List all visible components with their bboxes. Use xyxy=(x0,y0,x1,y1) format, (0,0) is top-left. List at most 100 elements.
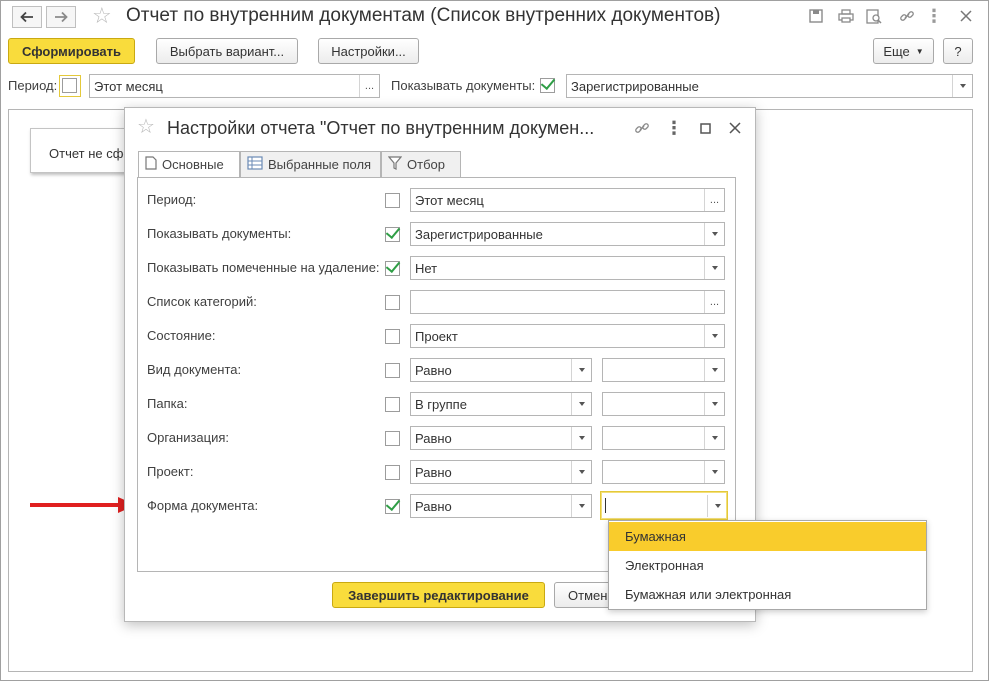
dropdown-option-paper-or-electronic[interactable]: Бумажная или электронная xyxy=(609,580,926,609)
field-value xyxy=(605,498,707,513)
tab-selected-fields[interactable]: Выбранные поля xyxy=(240,151,381,178)
row-label: Форма документа: xyxy=(147,498,259,513)
chevron-down-icon[interactable] xyxy=(704,325,724,347)
folder-use-checkbox[interactable] xyxy=(385,397,400,412)
folder-value-field[interactable] xyxy=(602,392,725,416)
show-docs-value: Зарегистрированные xyxy=(571,78,699,94)
forward-button[interactable] xyxy=(46,6,76,28)
tab-main[interactable]: Основные xyxy=(138,151,240,178)
dropdown-option-electronic[interactable]: Электронная xyxy=(609,551,926,580)
chevron-down-icon[interactable] xyxy=(704,359,724,381)
doc-form-value-field[interactable] xyxy=(600,491,728,520)
favorite-star-icon[interactable]: ☆ xyxy=(92,5,112,27)
chevron-down-icon[interactable] xyxy=(704,223,724,245)
period-value: Этот месяц xyxy=(94,78,163,94)
chevron-down-icon: ▼ xyxy=(915,46,924,56)
dialog-link-icon[interactable] xyxy=(632,118,652,138)
chevron-down-icon[interactable] xyxy=(571,495,591,517)
chevron-down-icon[interactable] xyxy=(571,427,591,449)
tab-filter-label: Отбор xyxy=(407,157,445,172)
doc-type-value-field[interactable] xyxy=(602,358,725,382)
maximize-icon[interactable] xyxy=(695,118,715,138)
doc-form-condition-field[interactable]: Равно xyxy=(410,494,592,518)
doc-form-dropdown-list: Бумажная Электронная Бумажная или электр… xyxy=(608,520,927,610)
field-value: Зарегистрированные xyxy=(415,226,543,242)
more-label: Еще xyxy=(883,43,910,59)
folder-condition-field[interactable]: В группе xyxy=(410,392,592,416)
help-button[interactable]: ? xyxy=(943,38,973,64)
more-vertical-icon[interactable]: ⋮ xyxy=(924,6,944,26)
organization-use-checkbox[interactable] xyxy=(385,431,400,446)
dialog-more-vertical-icon[interactable]: ⋮ xyxy=(664,118,684,138)
row-label: Вид документа: xyxy=(147,362,242,377)
chevron-down-icon[interactable] xyxy=(571,393,591,415)
row-label: Период: xyxy=(147,192,197,207)
dialog-title: Настройки отчета "Отчет по внутренним до… xyxy=(167,118,595,138)
window-title: Отчет по внутренним документам (Список в… xyxy=(126,5,721,26)
arrow-left-icon xyxy=(20,11,33,23)
fields-icon xyxy=(247,156,263,173)
select-period-button[interactable]: ... xyxy=(359,75,379,97)
chevron-down-icon[interactable] xyxy=(952,75,972,97)
choose-variant-button[interactable]: Выбрать вариант... xyxy=(156,38,298,64)
more-button[interactable]: Еще ▼ xyxy=(873,38,934,64)
field-value: Равно xyxy=(415,464,452,480)
tab-selected-fields-label: Выбранные поля xyxy=(268,157,372,172)
print-icon[interactable] xyxy=(836,6,856,26)
categories-value-field[interactable]: ... xyxy=(410,290,725,314)
period-checkbox[interactable] xyxy=(62,78,77,93)
chevron-down-icon[interactable] xyxy=(571,461,591,483)
doc-type-condition-field[interactable]: Равно xyxy=(410,358,592,382)
row-label: Показывать помеченные на удаление: xyxy=(147,260,380,275)
state-value-field[interactable]: Проект xyxy=(410,324,725,348)
project-use-checkbox[interactable] xyxy=(385,465,400,480)
organization-condition-field[interactable]: Равно xyxy=(410,426,592,450)
doc-form-use-checkbox[interactable] xyxy=(385,499,400,514)
chevron-down-icon[interactable] xyxy=(704,257,724,279)
categories-use-checkbox[interactable] xyxy=(385,295,400,310)
select-button[interactable]: ... xyxy=(704,189,724,211)
dialog-close-icon[interactable] xyxy=(725,118,745,138)
organization-value-field[interactable] xyxy=(602,426,725,450)
doc-type-use-checkbox[interactable] xyxy=(385,363,400,378)
show-docs-use-checkbox[interactable] xyxy=(385,227,400,242)
back-button[interactable] xyxy=(12,6,42,28)
chevron-down-icon[interactable] xyxy=(707,494,727,517)
period-field[interactable]: Этот месяц ... xyxy=(89,74,380,98)
chevron-down-icon[interactable] xyxy=(704,427,724,449)
tab-filter[interactable]: Отбор xyxy=(381,151,461,178)
period-value-field[interactable]: Этот месяц ... xyxy=(410,188,725,212)
settings-button[interactable]: Настройки... xyxy=(318,38,419,64)
close-icon[interactable] xyxy=(956,6,976,26)
project-value-field[interactable] xyxy=(602,460,725,484)
link-icon[interactable] xyxy=(897,6,917,26)
field-value: Проект xyxy=(415,328,458,344)
dropdown-option-paper[interactable]: Бумажная xyxy=(609,522,926,551)
show-docs-label: Показывать документы: xyxy=(391,78,536,93)
row-label: Проект: xyxy=(147,464,194,479)
show-docs-checkbox[interactable] xyxy=(540,78,555,93)
chevron-down-icon[interactable] xyxy=(704,461,724,483)
finish-editing-button[interactable]: Завершить редактирование xyxy=(332,582,545,608)
preview-icon[interactable] xyxy=(864,6,884,26)
project-condition-field[interactable]: Равно xyxy=(410,460,592,484)
select-button[interactable]: ... xyxy=(704,291,724,313)
period-use-checkbox[interactable] xyxy=(385,193,400,208)
chevron-down-icon[interactable] xyxy=(571,359,591,381)
field-value: Равно xyxy=(415,362,452,378)
generate-button[interactable]: Сформировать xyxy=(8,38,135,64)
save-icon[interactable] xyxy=(806,6,826,26)
dialog-favorite-star-icon[interactable]: ☆ xyxy=(137,117,155,137)
state-use-checkbox[interactable] xyxy=(385,329,400,344)
show-deleted-use-checkbox[interactable] xyxy=(385,261,400,276)
show-docs-field[interactable]: Зарегистрированные xyxy=(566,74,973,98)
tab-main-label: Основные xyxy=(162,157,224,172)
filter-icon xyxy=(387,156,403,173)
row-label: Список категорий: xyxy=(147,294,257,309)
chevron-down-icon[interactable] xyxy=(704,393,724,415)
period-checkbox-wrap[interactable] xyxy=(59,75,81,97)
show-deleted-value-field[interactable]: Нет xyxy=(410,256,725,280)
row-label: Состояние: xyxy=(147,328,216,343)
field-value: Равно xyxy=(415,498,452,514)
show-docs-value-field[interactable]: Зарегистрированные xyxy=(410,222,725,246)
